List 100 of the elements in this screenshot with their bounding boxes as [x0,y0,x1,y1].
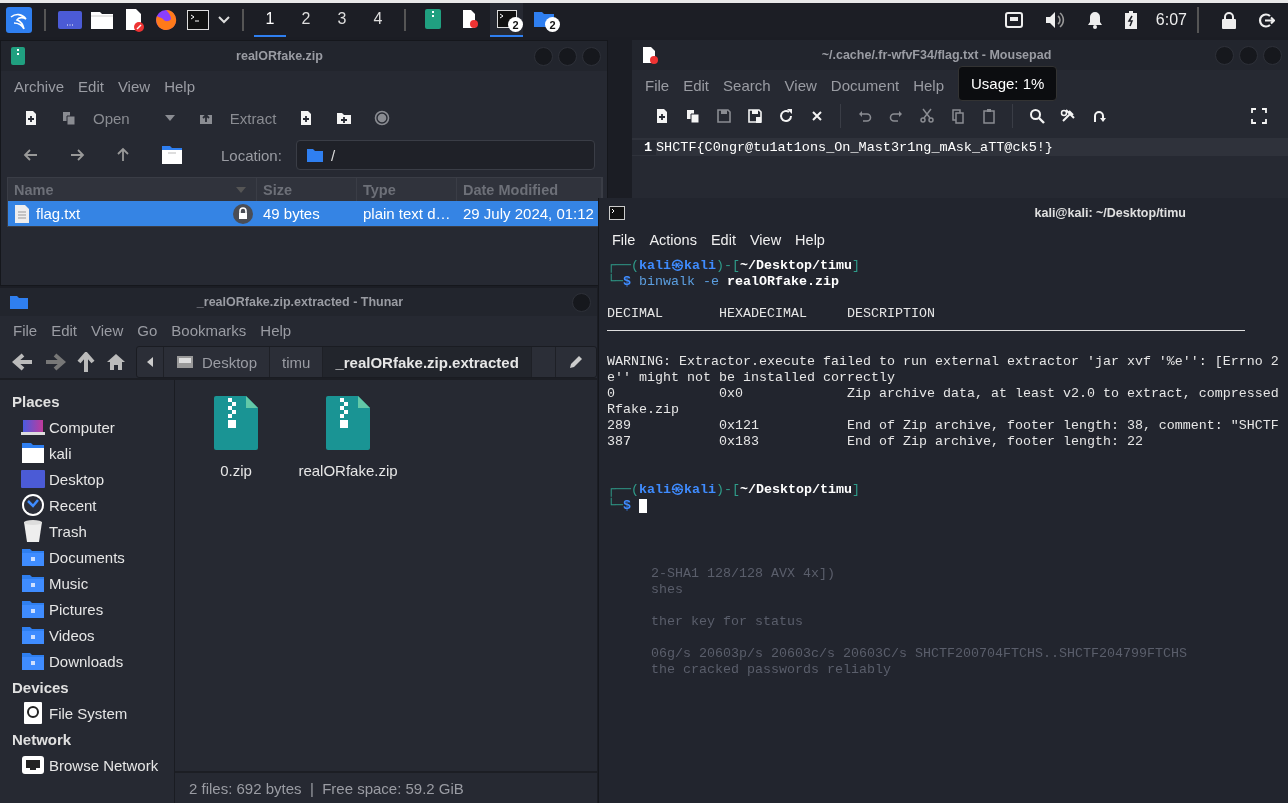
menu-item[interactable]: File [638,76,677,94]
window-title: kali@kali: ~/Desktop/timu [1033,206,1187,220]
workspace-button[interactable]: 1 [254,3,286,37]
menu-item[interactable]: File [6,321,45,339]
laptop-icon [21,418,45,436]
workspace-button[interactable]: 4 [362,3,394,37]
forward-arrow-icon[interactable] [69,147,85,163]
left-caret-icon [147,357,153,367]
save-icon [715,108,732,124]
terminal-output-line: WARNING: Extractor.execute failed to run external extractor 'jar xvf '%e'': [Errno 2 [607,354,1279,370]
copy-icon [949,108,966,124]
forward-arrow-icon[interactable] [44,353,66,371]
sidebar-item[interactable]: Recent [12,492,97,518]
home-folder-icon[interactable] [161,145,183,165]
save-as-icon [746,108,763,124]
sidebar-item[interactable]: Documents [12,544,125,570]
taskbar-window-button[interactable]: 2 [490,3,523,37]
menu-item[interactable]: View [110,77,158,95]
sidebar-item[interactable]: Music [12,570,89,596]
clock-icon [21,493,45,517]
menu-item[interactable]: Go [130,321,165,339]
menu-item[interactable]: View [84,321,131,339]
terminal-output-line: Rfake.zip [607,402,679,418]
window-title: realORfake.zip [235,49,324,63]
app-menu-button[interactable] [4,5,34,35]
menu-item[interactable]: Help [253,321,299,339]
window-count-badge: 2 [508,17,523,32]
sidebar-item[interactable]: File System [12,700,128,726]
folder-icon [21,573,45,593]
window-title: _realORfake.zip.extracted - Thunar [195,295,405,309]
up-arrow-icon[interactable] [76,352,96,372]
menu-item[interactable]: View [777,76,824,94]
taskbar-window-button[interactable]: 2 [527,3,560,37]
menu-item[interactable]: View [742,232,789,248]
menu-item[interactable]: Help [906,76,952,94]
clock[interactable]: 6:07 [1155,11,1187,29]
workspace-button[interactable]: 3 [326,3,358,37]
stop-icon [374,110,391,126]
zip-file-icon [326,396,370,450]
menu-item[interactable]: Edit [703,232,743,248]
sidebar-heading: Places [12,391,61,412]
zip-archive-item[interactable]: 0.zip [183,396,289,479]
trash-icon [21,519,45,543]
text-editor-icon [460,9,479,29]
back-arrow-icon[interactable] [23,147,39,163]
lock-icon[interactable] [1222,11,1236,29]
copy-pages-icon [61,110,77,126]
menu-item[interactable]: Edit [44,321,85,339]
sidebar-item[interactable]: Downloads [12,648,124,674]
menu-item[interactable]: Bookmarks [164,321,254,339]
network-icon[interactable] [1004,12,1023,28]
sort-caret-icon [236,187,246,193]
menu-item[interactable]: Archive [7,77,72,95]
location-field[interactable]: / [295,140,595,170]
sidebar-item[interactable]: kali [12,440,72,466]
faint-background-text: 2-SHA1 128/128 AVX 4x]) [651,566,835,582]
menu-item[interactable]: Document [823,76,907,94]
menu-item[interactable]: Help [157,77,202,95]
sidebar-item[interactable]: Browse Network [12,752,159,778]
up-arrow-icon[interactable] [115,147,131,163]
workspace-button[interactable]: 2 [290,3,322,37]
battery-icon[interactable] [1124,11,1137,29]
drive-icon [21,701,45,725]
menu-item[interactable]: Search [716,76,778,94]
sidebar-item[interactable]: Desktop [12,466,105,492]
extract-icon [197,110,214,126]
window-count-badge: 2 [545,17,560,32]
prompt-line: └─$ [607,498,631,514]
drive-icon [176,355,194,369]
window-title: ~/.cache/.fr-wfvF34/flag.txt - Mousepad [820,48,1053,62]
sidebar-item[interactable]: Videos [12,622,95,648]
folder-icon [21,599,45,619]
menu-item[interactable]: Edit [71,77,111,95]
folder-icon [21,625,45,645]
path-button[interactable]: Desktop [164,347,271,377]
menu-item[interactable]: Help [788,232,832,248]
back-arrow-icon[interactable] [12,353,34,371]
terminal-output-line: 0 0x0 Zip archive data, at least v2.0 to extract, compressed [607,386,1279,402]
bell-icon[interactable] [1086,11,1103,29]
dropdown-caret-icon [163,114,176,122]
faint-background-text: shes [651,582,683,598]
menu-item[interactable]: Edit [676,76,717,94]
sidebar-item[interactable]: Computer [12,414,115,440]
faint-background-text: ther key for status [651,614,803,630]
home-icon[interactable] [106,353,126,371]
sidebar-item[interactable]: Trash [12,518,87,544]
path-button[interactable]: _realORfake.zip.extracted [323,347,532,377]
logout-icon[interactable] [1258,11,1275,29]
sidebar-item[interactable]: Pictures [12,596,104,622]
terminal-output-line: 387 0x183 End of Zip archive, footer length: 22 [607,434,1143,450]
menu-item[interactable]: File [605,232,643,248]
pencil-icon [568,354,584,370]
terminal-output-line: DECIMAL HEXADECIMAL DESCRIPTION [607,306,935,322]
fullscreen-icon [1250,108,1267,124]
folder-icon [21,651,45,671]
table-cell-text: plain text d… [362,205,452,222]
volume-icon[interactable] [1044,11,1065,29]
menu-item[interactable]: Actions [642,232,704,248]
zip-archive-item[interactable]: realORfake.zip [295,396,401,479]
folder-icon [10,295,28,309]
